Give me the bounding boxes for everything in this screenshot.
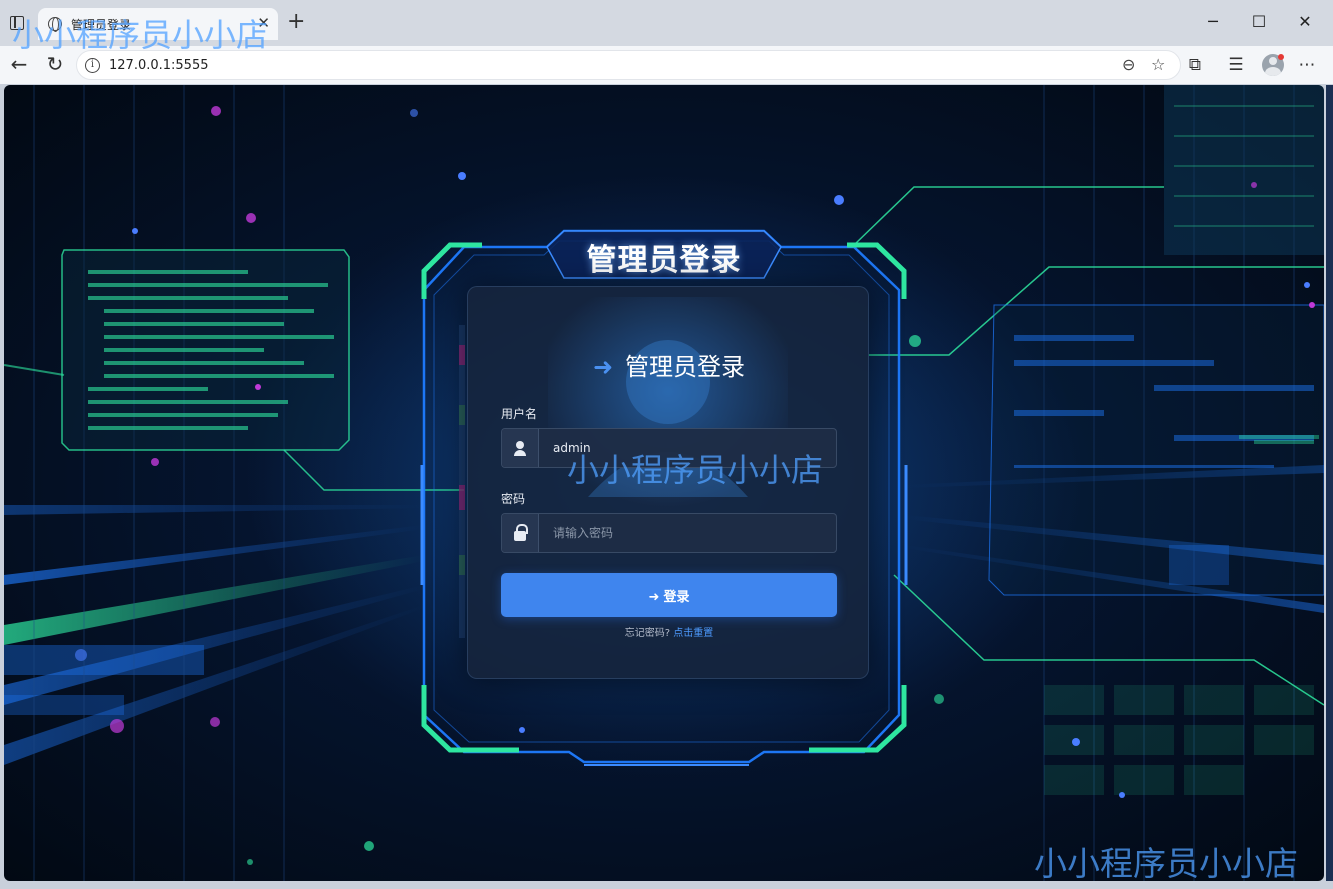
login-button[interactable]: ➜ 登录 — [501, 573, 837, 617]
card-heading: ➜ 管理员登录 — [468, 347, 870, 382]
url-text[interactable]: 127.0.0.1:5555 — [109, 58, 209, 73]
forgot-password-text: 忘记密码? — [624, 628, 671, 639]
page-viewport: 管理员登录 ➜ 管理员登录 用户名 密码 ➜ — [4, 85, 1324, 881]
reset-password-link[interactable]: 点击重置 — [673, 628, 713, 639]
watermark-bottom-right: 小小程序员小小店 — [1034, 844, 1298, 881]
site-info-icon[interactable]: i — [85, 58, 100, 73]
card-heading-text: 管理员登录 — [625, 353, 746, 381]
lock-icon — [502, 514, 539, 552]
login-button-label: 登录 — [663, 589, 690, 605]
watermark-top-left: 小小程序员小小店 — [12, 16, 269, 54]
favorites-list-icon[interactable]: ☰ — [1225, 55, 1247, 75]
favorite-star-icon[interactable]: ☆ — [1151, 56, 1165, 74]
maximize-button[interactable]: ☐ — [1244, 12, 1274, 32]
new-tab-button[interactable]: + — [287, 10, 305, 34]
zoom-out-icon[interactable]: ⊖ — [1122, 56, 1135, 74]
reload-button[interactable]: ↻ — [43, 53, 67, 75]
password-input-group — [501, 513, 837, 553]
profile-notification-dot — [1278, 54, 1284, 60]
frame-title: 管理员登录 — [586, 243, 742, 278]
minimize-button[interactable]: ─ — [1198, 12, 1228, 32]
watermark-center: 小小程序员小小店 — [567, 451, 824, 489]
login-icon: ➜ — [592, 353, 614, 381]
back-button[interactable]: ← — [7, 53, 31, 75]
login-button-icon: ➜ — [648, 589, 660, 605]
forgot-password-row: 忘记密码? 点击重置 — [468, 624, 870, 639]
password-label: 密码 — [501, 492, 526, 506]
user-icon — [502, 429, 539, 467]
password-input[interactable] — [540, 514, 836, 552]
close-window-button[interactable]: ✕ — [1290, 12, 1320, 32]
more-menu-icon[interactable]: ⋯ — [1296, 55, 1318, 75]
extensions-icon[interactable]: ⧉ — [1184, 55, 1206, 75]
window-edge — [1326, 85, 1333, 881]
username-label: 用户名 — [501, 407, 538, 421]
